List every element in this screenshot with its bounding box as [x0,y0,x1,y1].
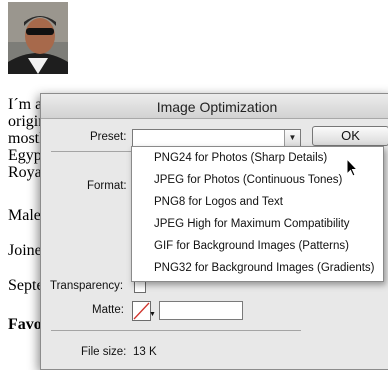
mouse-pointer-icon [346,157,360,183]
ok-button[interactable]: OK [312,126,388,146]
filesize-value: 13 K [133,346,157,358]
chevron-down-icon[interactable]: ▼ [149,311,156,318]
preset-option-label: PNG32 for Background Images (Gradients) [154,262,375,274]
page-text-line: Joine [8,242,42,259]
profile-photo [8,2,68,74]
preset-option-label: GIF for Background Images (Patterns) [154,240,349,252]
page-text-line: Septe [8,277,44,294]
preset-option-label: JPEG for Photos (Continuous Tones) [154,174,343,186]
preset-option-label: JPEG High for Maximum Compatibility [154,218,350,230]
page-heading: Favo [8,316,42,333]
preset-option[interactable]: PNG32 for Background Images (Gradients) [132,258,383,280]
transparency-checkbox[interactable] [134,281,146,293]
dialog-title: Image Optimization [156,99,278,115]
chevron-down-icon[interactable]: ▼ [284,130,300,146]
preset-option[interactable]: GIF for Background Images (Patterns) [132,236,383,258]
matte-label: Matte: [92,304,124,316]
filesize-label: File size: [81,346,127,358]
transparency-label: Transparency: [50,280,124,292]
divider [51,330,301,331]
preset-option-label: PNG8 for Logos and Text [154,196,283,208]
page-text-line: Roya [8,164,42,181]
dialog-titlebar[interactable]: Image Optimization [41,94,388,119]
matte-input[interactable] [159,301,243,320]
divider [51,151,131,152]
preset-label: Preset: [90,131,127,143]
page-text-line: mostl [8,130,44,147]
preset-option-label: PNG24 for Photos (Sharp Details) [154,152,328,164]
page-text-line: Male [8,207,41,224]
preset-option[interactable]: PNG8 for Logos and Text [132,192,383,214]
preset-select[interactable]: ▼ [132,129,301,147]
page-text-line: I´m a [8,96,43,113]
preset-option[interactable]: JPEG High for Maximum Compatibility [132,214,383,236]
page-text-line: Egyp [8,147,42,164]
format-label: Format: [87,180,127,192]
